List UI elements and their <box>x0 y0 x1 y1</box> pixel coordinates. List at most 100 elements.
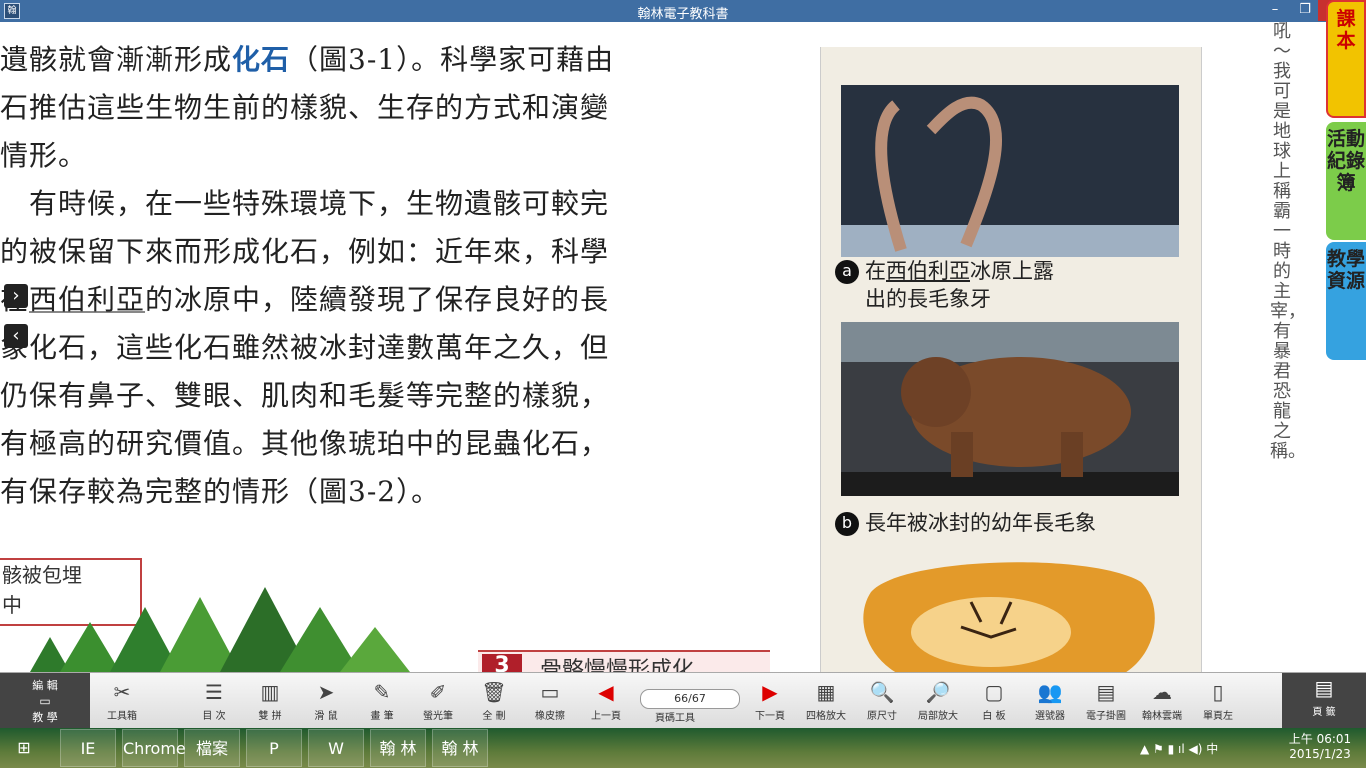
teach-label: 教 學 <box>32 711 58 724</box>
tool-cloud[interactable]: ☁ 翰林雲端 <box>1134 677 1190 725</box>
tool-next[interactable]: ▶ 下一頁 <box>742 677 798 725</box>
toolbox-button[interactable]: ✂ 工具箱 <box>92 677 152 725</box>
next-page-arrow-icon[interactable]: › <box>4 284 28 308</box>
body-line: 的被保留下來而形成化石，例如：近年來，科學 <box>0 232 780 280</box>
toolbox-icon: ✂ <box>113 680 131 704</box>
system-tray: ▲ ⚑ ▮ ıl ◀) 中 上午 06:01 2015/1/23 <box>1134 728 1366 768</box>
text-run: 石推估這些生物生前的樣貌、生存的方式和演變 <box>0 91 610 124</box>
figure-number: 3 <box>482 654 522 672</box>
tool-mouse[interactable]: ➤ 滑 鼠 <box>298 677 354 725</box>
taskbar-app[interactable]: IE <box>60 729 116 767</box>
tool-highlighter[interactable]: ✐ 螢光筆 <box>410 677 466 725</box>
whiteboard-label: 白 板 <box>982 711 1006 722</box>
figure-a-caption: a 在西伯利亞冰原上露 出的長毛象牙 <box>835 257 1054 313</box>
text-run: 的被保留下來而形成化石，例如：近年來，科學 <box>0 235 610 268</box>
tool-eraser[interactable]: ▭ 橡皮擦 <box>522 677 578 725</box>
taskbar-app[interactable]: Chrome <box>122 729 186 767</box>
picker-label: 選號器 <box>1035 711 1065 722</box>
text-run: 遺骸就會漸漸形成 <box>0 43 233 76</box>
taskbar-app[interactable]: 翰 林 <box>370 729 426 767</box>
amber-insect-fossil-photo <box>863 562 1155 672</box>
pen-icon: ✎ <box>373 680 391 704</box>
prev-icon: ◀ <box>598 680 614 704</box>
double-label: 雙 拼 <box>258 711 282 722</box>
page-tab-label: 頁 籤 <box>1312 707 1336 718</box>
tool-toc[interactable]: ☰ 目 次 <box>186 677 242 725</box>
window-title: 翰林電子教科書 <box>637 7 729 22</box>
body-line: 有極高的研究價值。其他像琥珀中的昆蟲化石， <box>0 424 780 472</box>
figure-a-badge: a <box>835 260 859 284</box>
zoom4-label: 四格放大 <box>806 711 846 722</box>
taskbar-app[interactable]: P <box>246 729 302 767</box>
mammoth-tusk-photo <box>841 85 1179 257</box>
body-line: 有保存較為完整的情形（圖3-2）。 <box>0 472 780 520</box>
toc-label: 目 次 <box>202 711 226 722</box>
hangmap-label: 電子掛圖 <box>1086 711 1126 722</box>
body-line: 在西伯利亞的冰原中，陸續發現了保存良好的長 <box>0 280 780 328</box>
page-number-input[interactable]: 66/67 <box>640 689 740 709</box>
tool-picker[interactable]: 👥 選號器 <box>1022 677 1078 725</box>
tab-textbook[interactable]: 課本 <box>1326 0 1366 118</box>
tool-whiteboard[interactable]: ▢ 白 板 <box>966 677 1022 725</box>
tool-partzoom[interactable]: 🔎 局部放大 <box>910 677 966 725</box>
body-line: 象化石，這些化石雖然被冰封達數萬年之久，但 <box>0 328 780 376</box>
figure-b-badge: b <box>835 512 859 536</box>
tool-hangmap[interactable]: ▤ 電子掛圖 <box>1078 677 1134 725</box>
edit-label: 編 輯 <box>32 679 58 692</box>
tool-orig[interactable]: 🔍 原尺寸 <box>854 677 910 725</box>
edit-icon: ▭ <box>39 694 51 708</box>
text-run: 象化石，這些化石雖然被冰封達數萬年之久，但 <box>0 331 610 364</box>
vertical-note: 吼～我可是地球上稱霸一時的主宰，有暴君恐龍之稱。 <box>1270 22 1306 462</box>
prev-page-arrow-icon[interactable]: ‹ <box>4 324 28 348</box>
clock-date: 2015/1/23 <box>1289 747 1351 761</box>
body-line: 遺骸就會漸漸形成化石（圖3-1）。科學家可藉由 <box>0 40 780 88</box>
toc-icon: ☰ <box>205 680 223 704</box>
partzoom-icon: 🔎 <box>925 680 951 704</box>
picker-icon: 👥 <box>1037 680 1063 704</box>
edit-teach-button[interactable]: 編 輯 ▭ 教 學 <box>0 673 90 729</box>
tab-activity-record[interactable]: 活動紀錄簿 <box>1326 122 1366 240</box>
partzoom-label: 局部放大 <box>918 711 958 722</box>
tool-zoom4[interactable]: ▦ 四格放大 <box>798 677 854 725</box>
tray-icons[interactable]: ▲ ⚑ ▮ ıl ◀) 中 <box>1140 740 1218 757</box>
page-tab-button[interactable]: ▤ 頁 籤 <box>1282 673 1366 729</box>
body-line: 仍保有鼻子、雙眼、肌肉和毛髮等完整的樣貌， <box>0 376 780 424</box>
maximize-button[interactable]: ❐ <box>1290 0 1320 21</box>
text-run: 情形。 <box>0 139 88 172</box>
bottom-toolbar: 編 輯 ▭ 教 學 ✂ 工具箱 ☰ 目 次 ▥ 雙 拼 ➤ 滑 鼠 ✎ 畫 筆 ✐ 螢光筆 🗑 全 刪… <box>0 672 1366 729</box>
tool-pen[interactable]: ✎ 畫 筆 <box>354 677 410 725</box>
mouse-label: 滑 鼠 <box>314 711 338 722</box>
start-button[interactable]: ⊞ <box>0 729 48 767</box>
pen-label: 畫 筆 <box>370 711 394 722</box>
tool-prev[interactable]: ◀ 上一頁 <box>578 677 634 725</box>
tool-clear[interactable]: 🗑 全 刪 <box>466 677 522 725</box>
text-run: 仍保有鼻子、雙眼、肌肉和毛髮等完整的樣貌， <box>0 379 610 412</box>
body-line: 有時候，在一些特殊環境下，生物遺骸可較完 <box>0 184 780 232</box>
taskbar-app[interactable]: W <box>308 729 364 767</box>
singleleft-icon: ▯ <box>1212 680 1224 704</box>
minimize-button[interactable]: – <box>1260 0 1290 21</box>
caption-text: 在 <box>865 259 886 283</box>
body-line: 情形。 <box>0 136 780 184</box>
clear-label: 全 刪 <box>482 711 506 722</box>
highlighter-label: 螢光筆 <box>423 711 453 722</box>
hangmap-icon: ▤ <box>1096 680 1116 704</box>
tab-teaching-resources[interactable]: 教學資源 <box>1326 242 1366 360</box>
taskbar-app[interactable]: 檔案 <box>184 729 240 767</box>
eraser-label: 橡皮擦 <box>535 711 565 722</box>
caption-text: 冰原上露 <box>970 259 1054 283</box>
mouse-icon: ➤ <box>317 680 335 704</box>
text-run: 有極高的研究價值。其他像琥珀中的昆蟲化石， <box>0 427 610 460</box>
tool-singleleft[interactable]: ▯ 單頁左 <box>1190 677 1246 725</box>
taskbar-app[interactable]: 翰 林 <box>432 729 488 767</box>
text-run: （圖3-1）。科學家可藉由 <box>290 43 615 76</box>
figure-title: 骨骼慢慢形成化 <box>540 658 695 672</box>
cloud-icon: ☁ <box>1152 680 1172 704</box>
caption-underlined: 西伯利亞 <box>886 259 970 283</box>
page-tools-label: 頁碼工具 <box>655 713 695 724</box>
page-tab-icon: ▤ <box>1314 676 1334 700</box>
clock[interactable]: 上午 06:01 2015/1/23 <box>1284 732 1356 762</box>
tool-double[interactable]: ▥ 雙 拼 <box>242 677 298 725</box>
singleleft-label: 單頁左 <box>1203 711 1233 722</box>
cloud-label: 翰林雲端 <box>1142 711 1182 722</box>
